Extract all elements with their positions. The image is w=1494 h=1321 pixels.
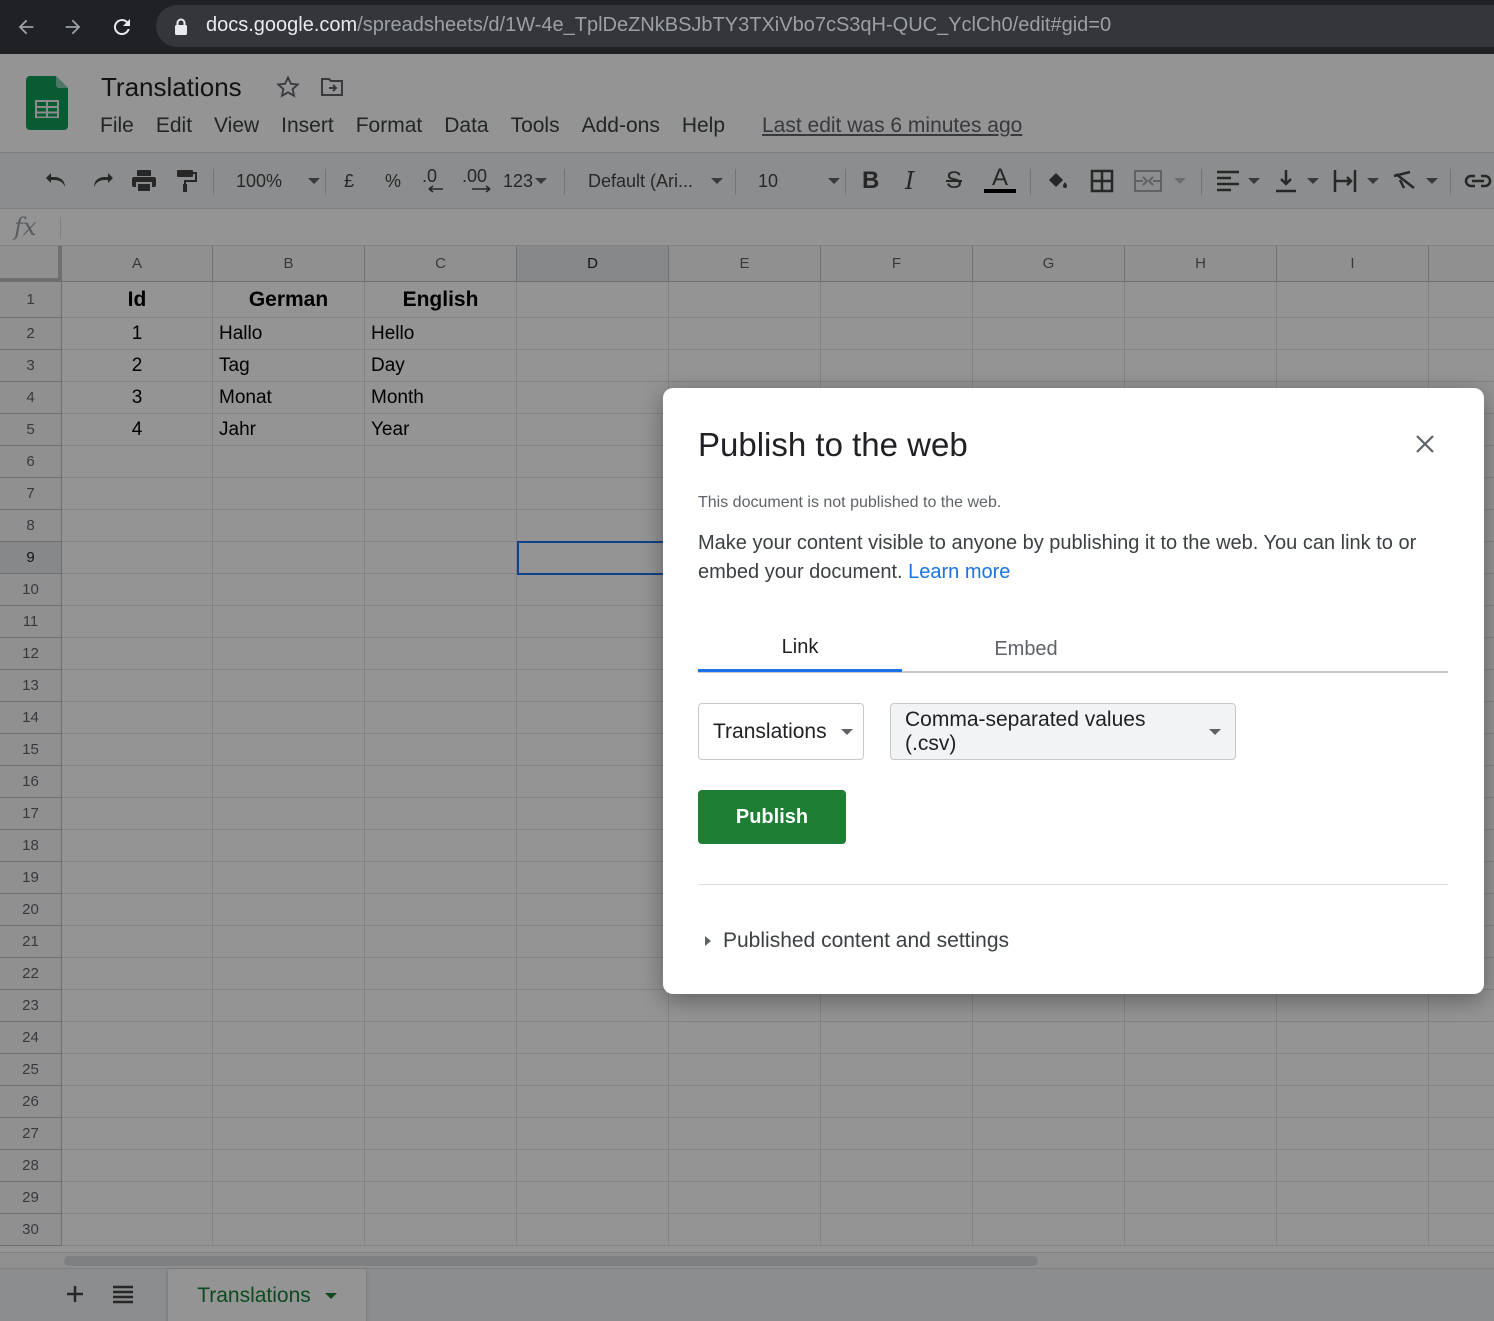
divider (698, 884, 1448, 885)
back-arrow-icon[interactable] (11, 12, 41, 42)
publish-button[interactable]: Publish (698, 790, 846, 844)
forward-arrow-icon[interactable] (58, 12, 88, 42)
browser-toolbar: docs.google.com/spreadsheets/d/1W-4e_Tpl… (0, 0, 1494, 54)
sheet-select[interactable]: Translations (698, 703, 864, 760)
dialog-title: Publish to the web (698, 426, 968, 463)
chevron-down-icon (840, 728, 853, 735)
close-icon[interactable] (1411, 430, 1439, 458)
reload-icon[interactable] (107, 12, 137, 42)
chevron-down-icon (1209, 728, 1221, 735)
chevron-right-icon (705, 936, 711, 946)
dialog-description: Make your content visible to anyone by p… (698, 529, 1458, 587)
settings-toggle-label: Published content and settings (723, 929, 1010, 952)
publish-status: This document is not published to the we… (698, 494, 1002, 511)
learn-more-link[interactable]: Learn more (908, 561, 1010, 583)
format-select[interactable]: Comma-separated values (.csv) (890, 703, 1236, 760)
tab-link[interactable]: Link (698, 626, 902, 672)
url-text: docs.google.com/spreadsheets/d/1W-4e_Tpl… (206, 14, 1112, 36)
publish-dialog: Publish to the web This document is not … (663, 388, 1484, 994)
lock-icon (174, 18, 188, 40)
sheet-select-value: Translations (713, 719, 827, 743)
tab-embed[interactable]: Embed (924, 626, 1128, 672)
published-settings-toggle[interactable]: Published content and settings (705, 929, 1009, 953)
format-select-value: Comma-separated values (.csv) (905, 707, 1146, 755)
address-bar[interactable]: docs.google.com/spreadsheets/d/1W-4e_Tpl… (156, 5, 1494, 47)
publish-tabs: Link Embed (698, 626, 1448, 673)
description-text: Make your content visible to anyone by p… (698, 532, 1417, 583)
